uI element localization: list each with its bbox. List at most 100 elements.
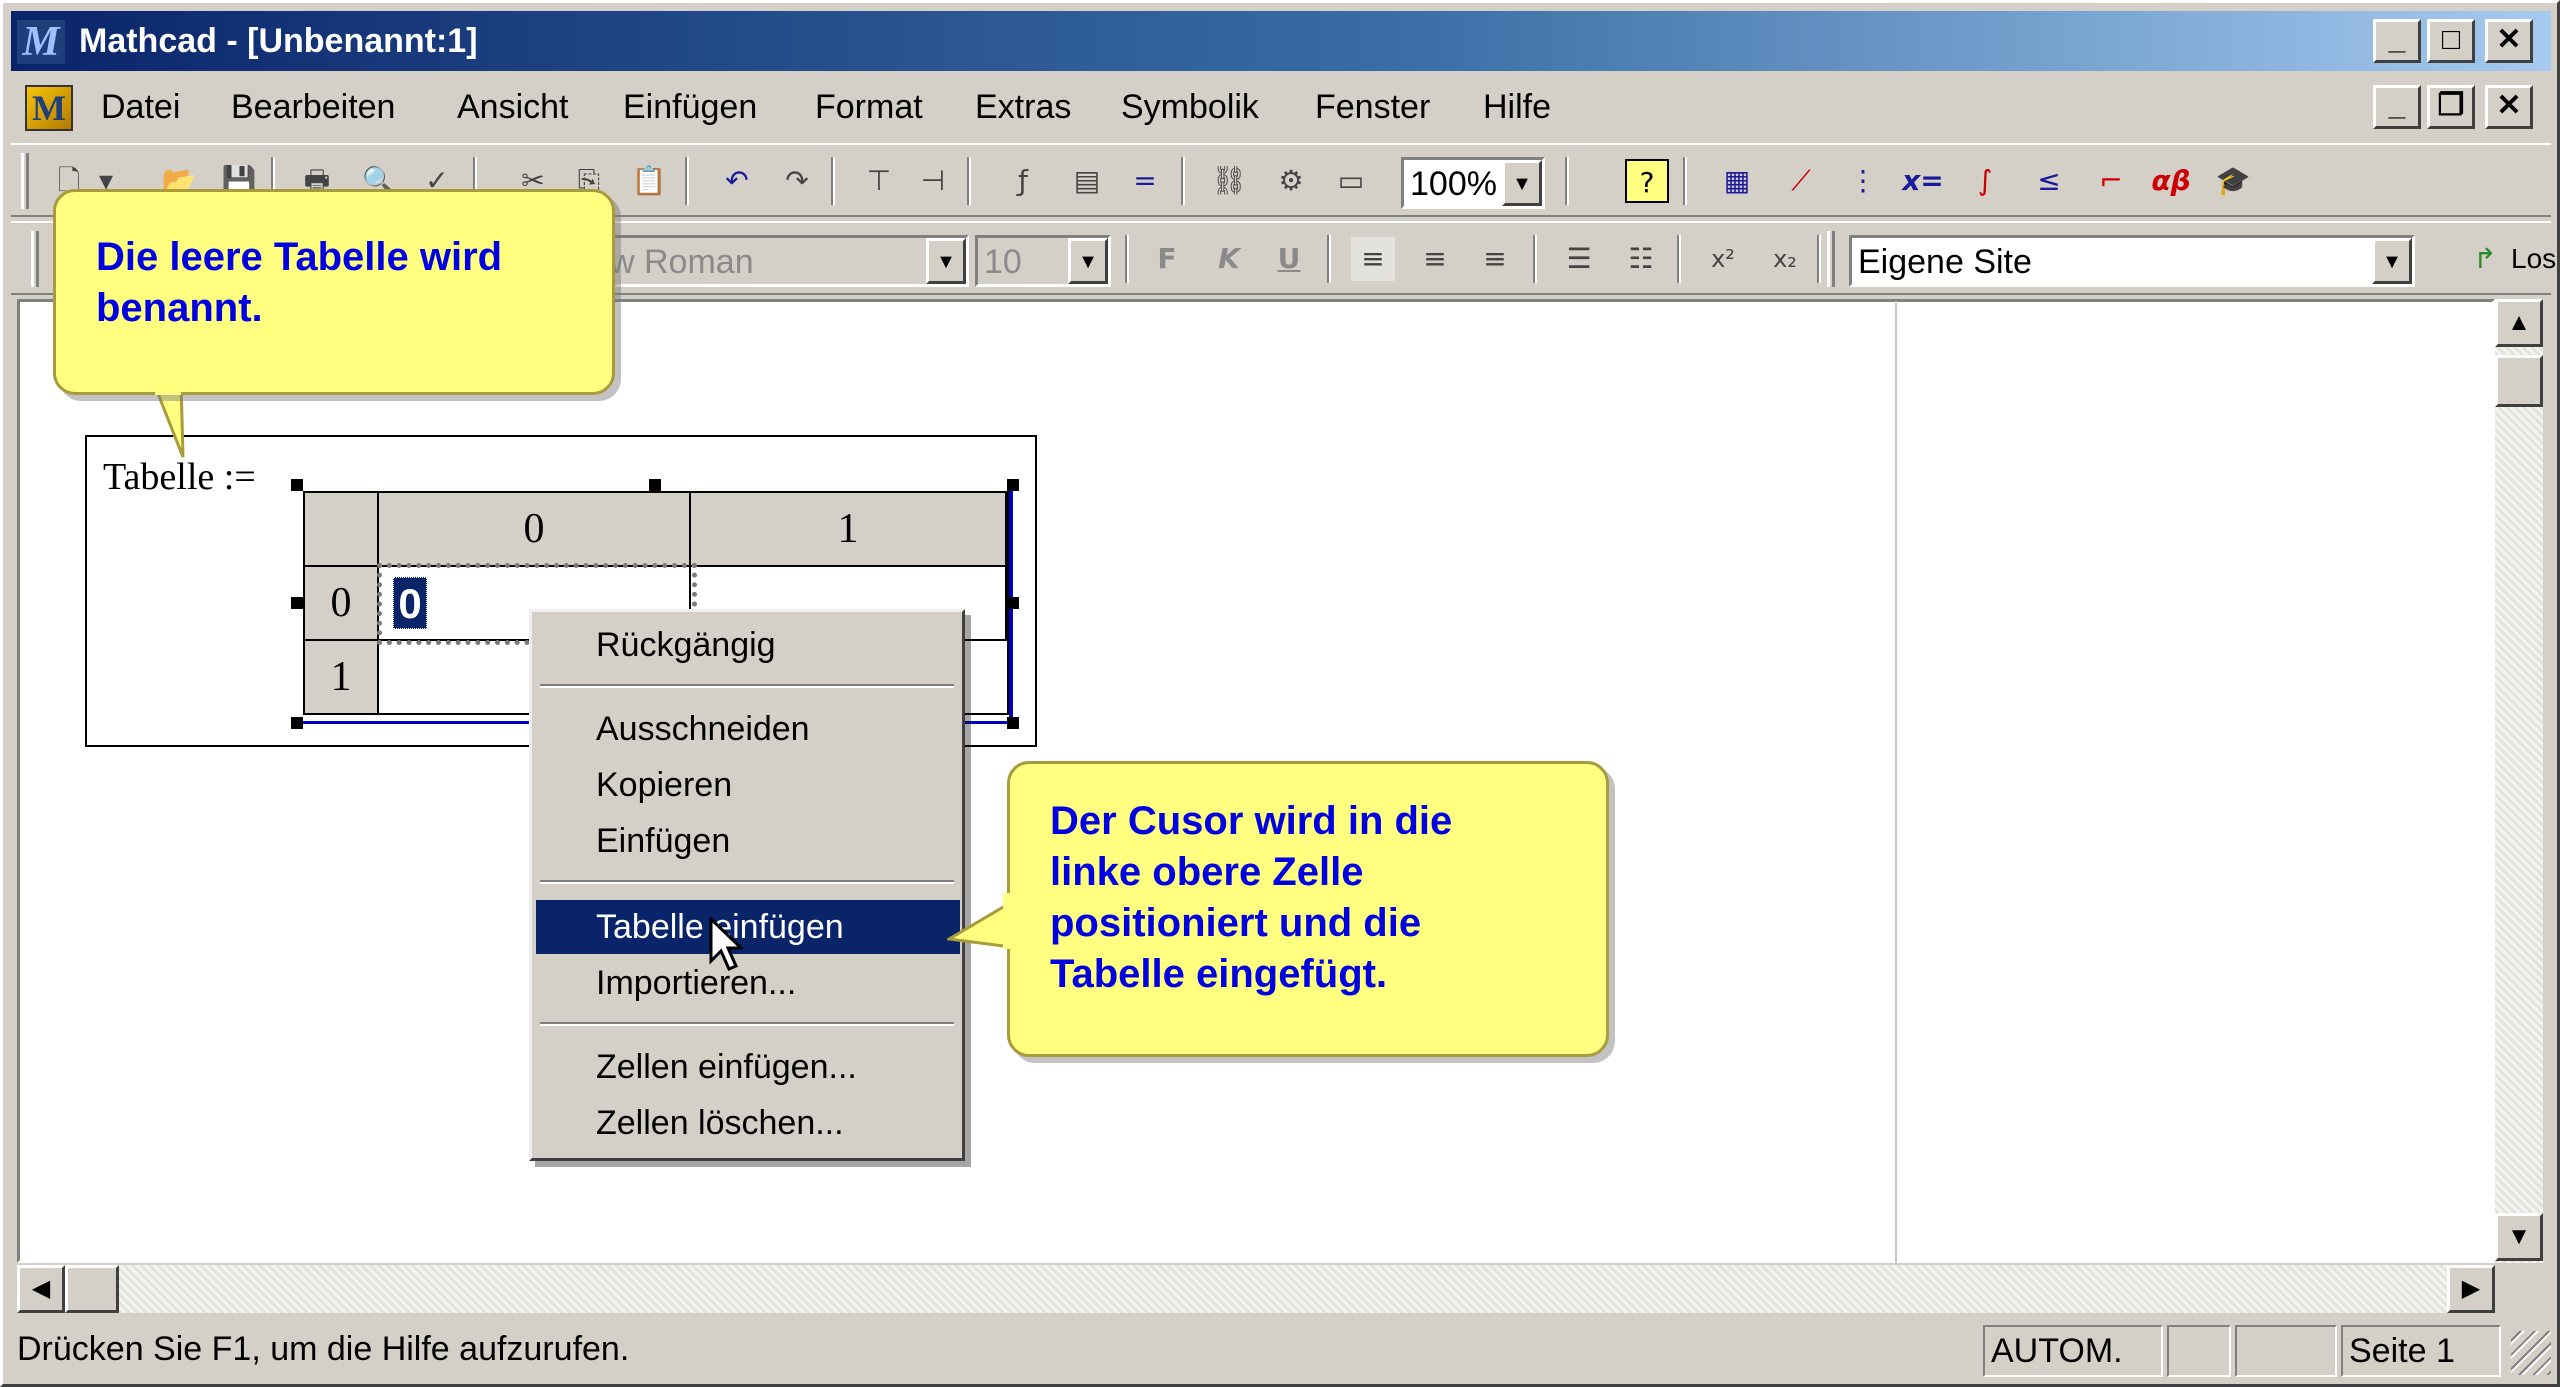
chevron-down-icon[interactable]: ▼ bbox=[2372, 238, 2412, 284]
menu-item-zellen-einfuegen[interactable]: Zellen einfügen... bbox=[536, 1040, 960, 1094]
insert-hyperlink-icon[interactable]: ⛓ bbox=[1207, 159, 1251, 203]
chevron-down-icon[interactable]: ▼ bbox=[1502, 160, 1542, 206]
menu-item-zellen-loeschen[interactable]: Zellen löschen... bbox=[536, 1096, 960, 1150]
maximize-button[interactable]: □ bbox=[2427, 19, 2475, 63]
menu-symbolik[interactable]: Symbolik bbox=[1121, 75, 1259, 139]
graph-toolbar-icon[interactable]: ⟋ bbox=[1779, 159, 1823, 203]
insert-unit-icon[interactable]: ▤ bbox=[1065, 159, 1109, 203]
close-button[interactable]: ✕ bbox=[2485, 19, 2533, 63]
mathcad-logo-icon: M bbox=[17, 20, 65, 64]
toolbar-grip[interactable] bbox=[21, 153, 29, 209]
subscript-button[interactable]: x₂ bbox=[1763, 237, 1807, 281]
align-across-icon[interactable]: ⊤ bbox=[857, 159, 901, 203]
evaluation-toolbar-icon[interactable]: x= bbox=[1901, 159, 1945, 203]
paste-icon[interactable]: 📋 bbox=[627, 159, 671, 203]
align-right-icon[interactable]: ≡ bbox=[1473, 237, 1517, 281]
active-cell-value[interactable]: 0 bbox=[393, 577, 427, 629]
zoom-select[interactable]: 100% ▼ bbox=[1401, 157, 1545, 209]
menu-einfuegen[interactable]: Einfügen bbox=[623, 75, 757, 139]
redo-icon[interactable]: ↷ bbox=[775, 159, 819, 203]
menu-item-ausschneiden[interactable]: Ausschneiden bbox=[536, 702, 960, 756]
insert-component-icon[interactable]: ⚙ bbox=[1269, 159, 1313, 203]
go-arrow-icon[interactable]: ↱ bbox=[2463, 237, 2507, 281]
font-size-select[interactable]: 10 ▼ bbox=[975, 235, 1111, 287]
menu-format[interactable]: Format bbox=[815, 75, 923, 139]
minimize-button[interactable]: _ bbox=[2373, 19, 2421, 63]
align-left-icon[interactable]: ≡ bbox=[1351, 237, 1395, 281]
resize-handle[interactable] bbox=[1007, 717, 1019, 729]
scroll-down-icon[interactable]: ▼ bbox=[2495, 1213, 2543, 1261]
numbered-list-icon[interactable]: ☷ bbox=[1619, 237, 1663, 281]
calculate-icon[interactable]: = bbox=[1123, 159, 1167, 203]
scroll-up-icon[interactable]: ▲ bbox=[2495, 299, 2543, 347]
greek-toolbar-icon[interactable]: αβ bbox=[2149, 159, 2193, 203]
resize-handle[interactable] bbox=[649, 479, 661, 491]
chevron-down-icon[interactable]: ▼ bbox=[926, 238, 966, 284]
menu-datei[interactable]: Datei bbox=[101, 75, 180, 139]
document-icon[interactable]: M bbox=[25, 85, 73, 131]
scroll-left-icon[interactable]: ◀ bbox=[17, 1265, 65, 1313]
align-center-icon[interactable]: ≡ bbox=[1413, 237, 1457, 281]
menu-bearbeiten[interactable]: Bearbeiten bbox=[231, 75, 395, 139]
resize-handle[interactable] bbox=[291, 479, 303, 491]
symbolic-toolbar-icon[interactable]: 🎓 bbox=[2211, 159, 2255, 203]
title-bar[interactable]: M Mathcad - [Unbenannt:1] _ □ ✕ bbox=[11, 11, 2551, 71]
go-button[interactable]: Los bbox=[2511, 235, 2556, 283]
callout-text-line: Tabelle eingefügt. bbox=[1050, 952, 1388, 996]
callout-text-line: Der Cusor wird in die bbox=[1050, 799, 1453, 843]
resize-handle[interactable] bbox=[1007, 479, 1019, 491]
callout-text-line: Die leere Tabelle wird bbox=[96, 235, 503, 279]
callout-text-line: positioniert und die bbox=[1050, 901, 1422, 945]
align-down-icon[interactable]: ⊣ bbox=[911, 159, 955, 203]
status-page: Seite 1 bbox=[2341, 1325, 2501, 1377]
superscript-button[interactable]: x² bbox=[1701, 237, 1745, 281]
boolean-toolbar-icon[interactable]: ≤ bbox=[2027, 159, 2071, 203]
vertical-scrollbar[interactable]: ▲ ▼ bbox=[2495, 299, 2543, 1263]
callout-cursor-positioned: Der Cusor wird in die linke obere Zelle … bbox=[1007, 761, 1609, 1057]
resize-handle[interactable] bbox=[291, 597, 303, 609]
resources-icon[interactable]: ▭ bbox=[1329, 159, 1373, 203]
site-select[interactable]: Eigene Site ▼ bbox=[1849, 235, 2415, 287]
resize-grip-icon[interactable] bbox=[2511, 1331, 2551, 1375]
doc-minimize-button[interactable]: _ bbox=[2373, 85, 2421, 129]
menu-hilfe[interactable]: Hilfe bbox=[1483, 75, 1551, 139]
window-title: Mathcad - [Unbenannt:1] bbox=[79, 22, 478, 60]
calculus-toolbar-icon[interactable]: ∫ bbox=[1963, 159, 2007, 203]
insert-function-icon[interactable]: ƒ bbox=[1001, 159, 1045, 203]
horizontal-scrollbar[interactable]: ◀ ▶ bbox=[17, 1265, 2495, 1313]
menu-item-tabelle-einfuegen[interactable]: Tabelle einfügen bbox=[536, 900, 960, 954]
vertical-scroll-thumb[interactable] bbox=[2495, 355, 2543, 407]
menu-ansicht[interactable]: Ansicht bbox=[457, 75, 569, 139]
status-mode: AUTOM. bbox=[1983, 1325, 2163, 1377]
chevron-down-icon[interactable]: ▼ bbox=[1068, 238, 1108, 284]
bullet-list-icon[interactable]: ☰ bbox=[1557, 237, 1601, 281]
horizontal-scroll-thumb[interactable] bbox=[65, 1265, 119, 1313]
menu-item-rueckgaengig[interactable]: Rückgängig bbox=[536, 618, 960, 672]
menu-item-kopieren[interactable]: Kopieren bbox=[536, 758, 960, 812]
row-header-0: 0 bbox=[305, 567, 379, 641]
programming-toolbar-icon[interactable]: ⌐ bbox=[2089, 159, 2133, 203]
toolbar-grip[interactable] bbox=[1827, 231, 1835, 287]
underline-button[interactable]: U bbox=[1267, 237, 1311, 281]
doc-restore-button[interactable]: ❐ bbox=[2427, 85, 2475, 129]
undo-icon[interactable]: ↶ bbox=[715, 159, 759, 203]
font-select[interactable]: w Roman ▼ bbox=[601, 235, 969, 287]
mathcad-window: M Mathcad - [Unbenannt:1] _ □ ✕ M Datei … bbox=[0, 0, 2560, 1387]
doc-close-button[interactable]: ✕ bbox=[2485, 85, 2533, 129]
status-panel bbox=[2167, 1325, 2231, 1377]
resize-handle[interactable] bbox=[1007, 597, 1019, 609]
menu-item-importieren[interactable]: Importieren... bbox=[536, 956, 960, 1010]
help-icon[interactable]: ? bbox=[1625, 159, 1669, 203]
menu-item-einfuegen[interactable]: Einfügen bbox=[536, 814, 960, 868]
resize-handle[interactable] bbox=[291, 717, 303, 729]
scroll-right-icon[interactable]: ▶ bbox=[2447, 1265, 2495, 1313]
menu-fenster[interactable]: Fenster bbox=[1315, 75, 1430, 139]
calculator-toolbar-icon[interactable]: ▦ bbox=[1715, 159, 1759, 203]
bold-button[interactable]: F bbox=[1145, 237, 1189, 281]
table-corner bbox=[305, 493, 379, 567]
menu-extras[interactable]: Extras bbox=[975, 75, 1071, 139]
matrix-toolbar-icon[interactable]: ⋮ bbox=[1841, 159, 1885, 203]
callout-text-line: linke obere Zelle bbox=[1050, 850, 1364, 894]
toolbar-grip[interactable] bbox=[31, 231, 39, 287]
italic-button[interactable]: K bbox=[1207, 237, 1251, 281]
